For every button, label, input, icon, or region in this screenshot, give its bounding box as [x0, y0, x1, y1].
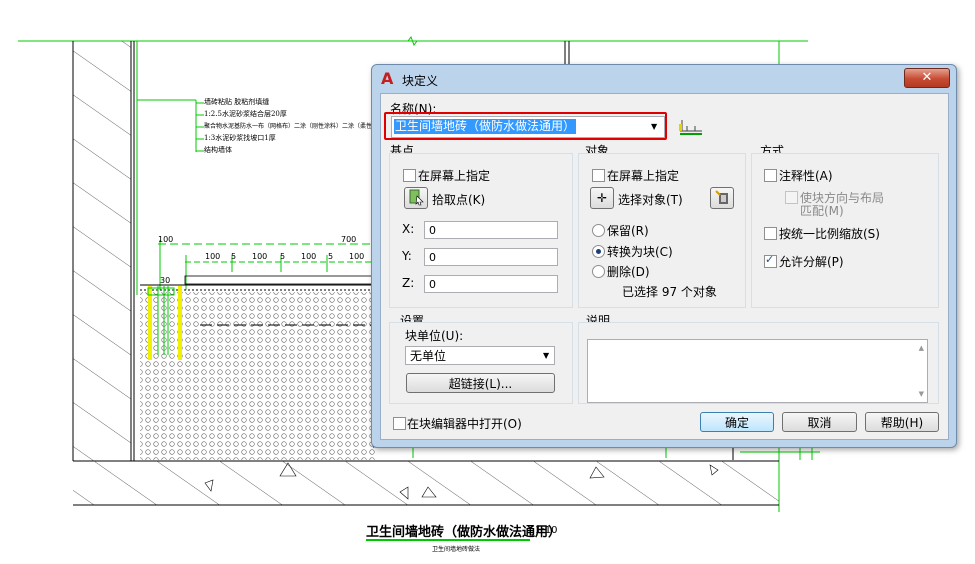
allow-explode-label: 允许分解(P) — [779, 255, 844, 269]
dim-sub: 5 — [280, 252, 286, 261]
y-input[interactable]: 0 — [424, 248, 558, 266]
help-button[interactable]: 帮助(H) — [865, 412, 939, 432]
note-layer-2: 1:2.5水泥砂浆结合层20厚 — [204, 110, 287, 118]
description-textarea[interactable]: ▲ ▼ — [587, 339, 928, 403]
z-input[interactable]: 0 — [424, 275, 558, 293]
open-in-editor-checkbox[interactable] — [393, 417, 406, 430]
block-unit-select[interactable]: 无单位 ▼ — [405, 346, 555, 365]
hyperlink-button[interactable]: 超链接(L)... — [406, 373, 555, 393]
drawing-caption-title: 卫生间墙地砖（做防水做法通用） — [366, 525, 562, 540]
dim-sub: 100 — [252, 252, 268, 261]
dim-left: 30 — [160, 276, 171, 285]
delete-radio[interactable] — [592, 265, 605, 278]
allow-explode-checkbox[interactable] — [764, 253, 777, 268]
basepoint-onscreen-checkbox[interactable] — [403, 169, 416, 182]
scroll-down-icon[interactable]: ▼ — [919, 390, 924, 398]
annotative-checkbox[interactable] — [764, 169, 777, 182]
convert-to-block-radio[interactable] — [592, 245, 605, 258]
y-label: Y: — [402, 249, 412, 263]
note-layer-5: 结构墙体 — [204, 146, 232, 154]
note-layer-4: 1:3水泥砂浆找坡口1厚 — [204, 134, 276, 142]
scale-uniformly-checkbox[interactable] — [764, 227, 777, 240]
dim-sub: 100 — [205, 252, 221, 261]
drawing-caption-scale: 1:10 — [535, 525, 558, 536]
description-panel: ▲ ▼ — [578, 322, 939, 404]
annotative-label: 注释性(A) — [779, 169, 833, 183]
match-orientation-checkbox[interactable] — [785, 191, 798, 204]
select-objects-label: 选择对象(T) — [618, 193, 683, 207]
dialog-title-bar[interactable]: A 块定义 ✕ — [372, 65, 956, 93]
block-preview-icon — [677, 114, 705, 138]
cancel-button[interactable]: 取消 — [782, 412, 857, 432]
dim-top-left: 100 — [158, 235, 174, 244]
scroll-up-icon[interactable]: ▲ — [919, 344, 924, 352]
basepoint-onscreen-label: 在屏幕上指定 — [418, 169, 491, 183]
autocad-app-icon: A — [381, 69, 394, 88]
block-unit-label: 块单位(U): — [405, 329, 464, 343]
open-in-editor-label: 在块编辑器中打开(O) — [407, 417, 522, 431]
dim-top-right: 700 — [341, 235, 357, 244]
dim-sub: 5 — [328, 252, 334, 261]
retain-radio[interactable] — [592, 224, 605, 237]
crosshair-icon: ✛ — [596, 191, 608, 205]
quick-select-button[interactable] — [710, 187, 734, 209]
objects-onscreen-checkbox[interactable] — [592, 169, 605, 182]
drawing-caption-sub: 卫生间墙地砖做法 — [432, 546, 481, 553]
close-button[interactable]: ✕ — [904, 68, 950, 88]
block-definition-dialog: A 块定义 ✕ 名称(N): 卫生间墙地砖（做防水做法通用） ▼ 基点 在屏幕上… — [371, 64, 957, 448]
dialog-title: 块定义 — [402, 74, 439, 88]
block-unit-value: 无单位 — [410, 349, 447, 363]
delete-label: 删除(D) — [607, 265, 650, 279]
match-orientation-label-2: 匹配(M) — [800, 204, 844, 218]
x-input[interactable]: 0 — [424, 221, 558, 239]
note-layer-1: 墙砖粘贴 胶粘剂填缝 — [204, 98, 270, 106]
select-objects-button[interactable]: ✛ — [590, 187, 614, 209]
objects-onscreen-label: 在屏幕上指定 — [607, 169, 680, 183]
pick-point-label: 拾取点(K) — [432, 193, 486, 207]
pick-point-icon — [409, 189, 424, 206]
dim-sub: 100 — [349, 252, 365, 261]
pick-point-button[interactable] — [404, 187, 428, 209]
x-label: X: — [402, 222, 415, 236]
scale-uniformly-label: 按统一比例缩放(S) — [779, 227, 880, 241]
name-highlight-box — [384, 112, 667, 140]
convert-to-block-label: 转换为块(C) — [607, 245, 673, 259]
dim-sub: 100 — [301, 252, 317, 261]
selected-count: 已选择 97 个对象 — [622, 285, 717, 299]
retain-label: 保留(R) — [607, 224, 649, 238]
quick-select-icon — [715, 190, 728, 204]
chevron-down-icon[interactable]: ▼ — [543, 347, 549, 365]
ok-button[interactable]: 确定 — [700, 412, 774, 432]
dim-sub: 5 — [231, 252, 237, 261]
z-label: Z: — [402, 276, 415, 290]
dialog-body: 名称(N): 卫生间墙地砖（做防水做法通用） ▼ 基点 在屏幕上指定 拾取点(K… — [380, 93, 949, 440]
